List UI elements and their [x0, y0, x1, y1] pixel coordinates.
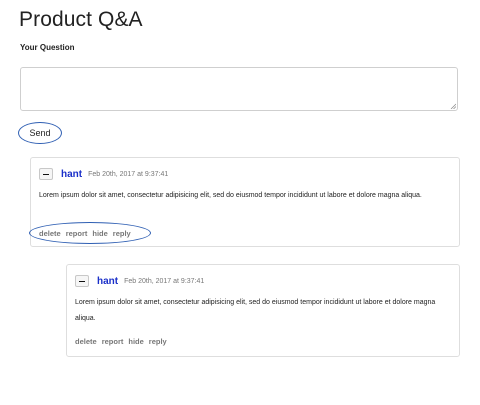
report-link[interactable]: report: [66, 229, 88, 238]
comment-author[interactable]: hant: [97, 276, 118, 287]
page-title: Product Q&A: [19, 8, 143, 31]
product-qa-page: Product Q&A Your Question Send hant Feb …: [0, 0, 480, 405]
comment-body: Lorem ipsum dolor sit amet, consectetur …: [75, 299, 436, 322]
comment-body: Lorem ipsum dolor sit amet, consectetur …: [39, 192, 422, 199]
comment-actions: delete report hide reply: [39, 229, 136, 238]
question-label: Your Question: [20, 43, 75, 52]
comment-timestamp: Feb 20th, 2017 at 9:37:41: [124, 277, 205, 285]
reply-link[interactable]: reply: [149, 337, 167, 346]
comment-item: hant Feb 20th, 2017 at 9:37:41 Lorem ips…: [30, 157, 460, 247]
minus-icon[interactable]: [75, 275, 89, 287]
comment-header: hant Feb 20th, 2017 at 9:37:41: [75, 275, 204, 287]
send-button[interactable]: Send: [18, 122, 62, 144]
reply-link[interactable]: reply: [113, 229, 131, 238]
comment-header: hant Feb 20th, 2017 at 9:37:41: [39, 168, 168, 180]
report-link[interactable]: report: [102, 337, 124, 346]
comment-actions: delete report hide reply: [75, 337, 172, 346]
comment-timestamp: Feb 20th, 2017 at 9:37:41: [88, 170, 169, 178]
delete-link[interactable]: delete: [39, 229, 61, 238]
send-button-wrap: Send: [18, 122, 64, 146]
minus-icon[interactable]: [39, 168, 53, 180]
comment-author[interactable]: hant: [61, 169, 82, 180]
delete-link[interactable]: delete: [75, 337, 97, 346]
hide-link[interactable]: hide: [92, 229, 107, 238]
hide-link[interactable]: hide: [128, 337, 143, 346]
question-textarea[interactable]: [20, 67, 458, 111]
comment-item: hant Feb 20th, 2017 at 9:37:41 Lorem ips…: [66, 264, 460, 357]
